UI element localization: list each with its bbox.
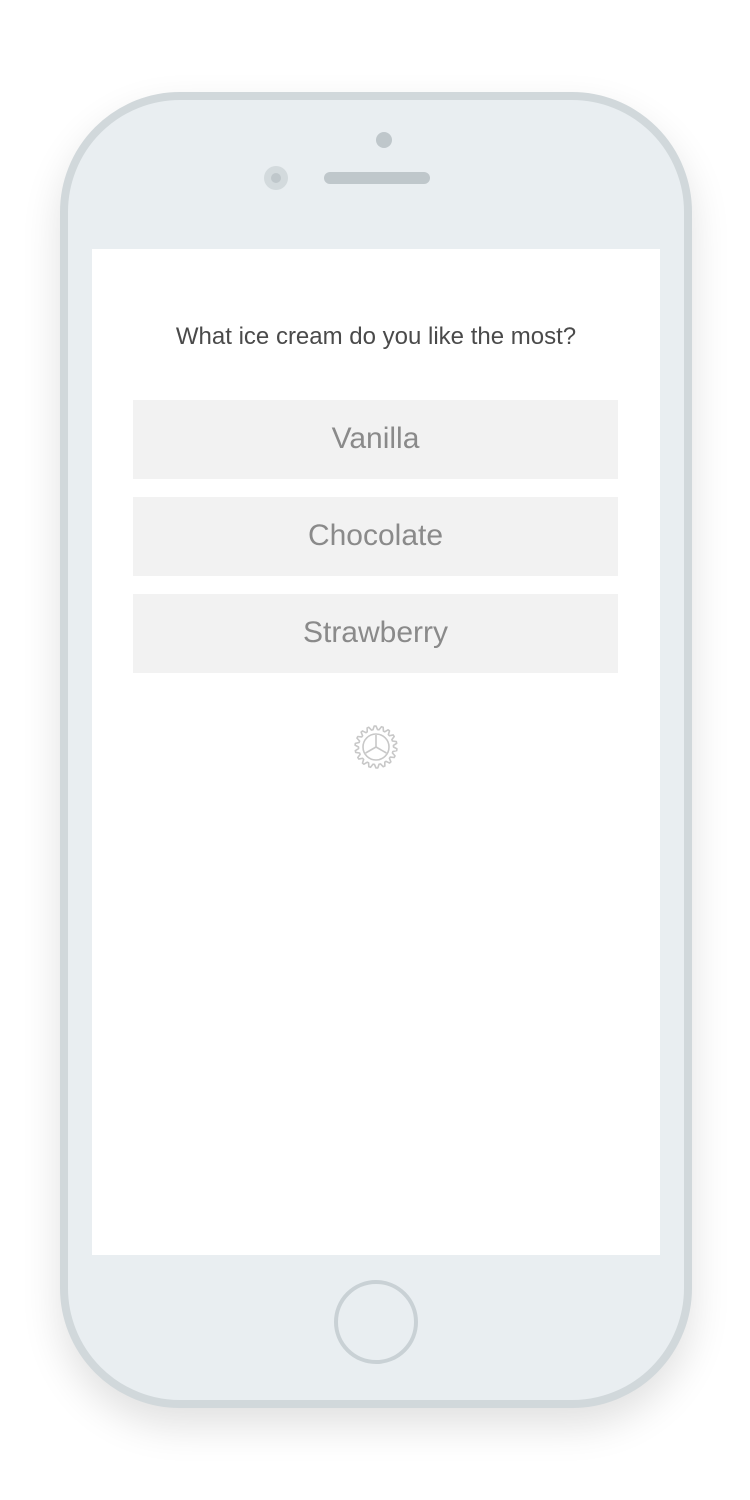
choice-vanilla[interactable]: Vanilla bbox=[133, 400, 618, 479]
choice-strawberry[interactable]: Strawberry bbox=[133, 594, 618, 673]
phone-screen: What ice cream do you like the most? Van… bbox=[92, 249, 660, 1255]
speaker-grille bbox=[324, 172, 430, 184]
front-camera-icon bbox=[376, 132, 392, 148]
home-button[interactable] bbox=[334, 1280, 418, 1364]
phone-frame: What ice cream do you like the most? Van… bbox=[60, 92, 692, 1408]
question-text: What ice cream do you like the most? bbox=[175, 323, 577, 350]
gear-icon[interactable] bbox=[353, 724, 399, 770]
stage: What ice cream do you like the most? Van… bbox=[0, 0, 750, 1500]
choice-chocolate[interactable]: Chocolate bbox=[133, 497, 618, 576]
sensor-icon bbox=[264, 166, 288, 190]
